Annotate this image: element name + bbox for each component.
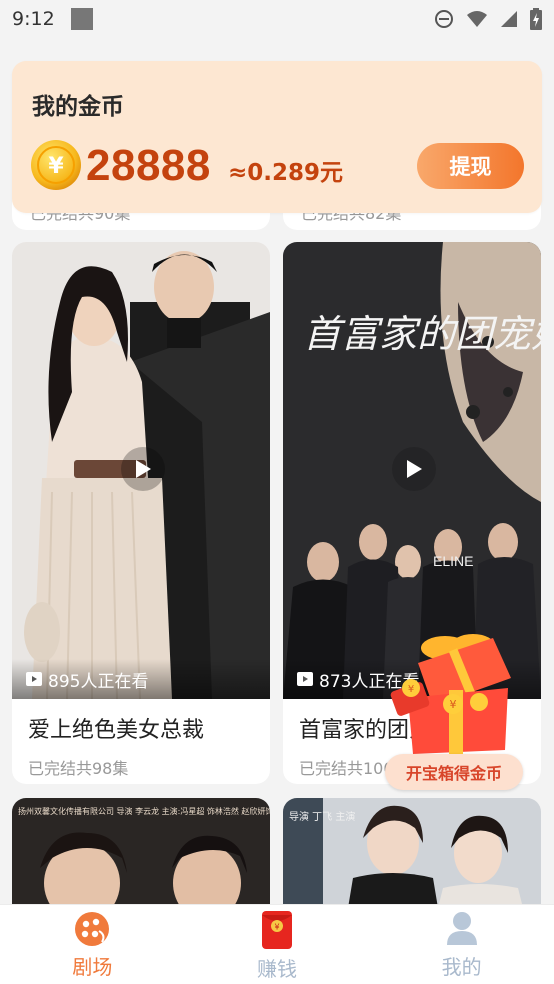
status-bar: 9:12 (0, 0, 554, 38)
poster-image: 扬州双馨文化传播有限公司 导演 李云龙 主演:冯星超 饰林浩然 赵欣妍饰 (12, 798, 270, 908)
gold-coin-icon: ¥ (31, 140, 81, 190)
svg-text:¥: ¥ (450, 698, 457, 711)
treasure-label[interactable]: 开宝箱得金币 (385, 754, 523, 790)
drama-title: 爱上绝色美女总裁 (28, 718, 205, 743)
poster-image: 导演 丁飞 主演 (283, 798, 541, 908)
play-icon (136, 460, 151, 478)
play-icon (407, 460, 422, 478)
status-time: 9:12 (12, 8, 55, 30)
status-icons (434, 8, 542, 30)
battery-icon (530, 8, 542, 30)
gift-box-icon: ¥ ¥ (390, 634, 511, 754)
poster-brand-text: ELINE (433, 553, 473, 569)
poster-title-text: 首富家的团宠妹妹 (303, 312, 541, 356)
coin-card: 我的金币 ¥ 28888 ≈0.289元 提现 (12, 61, 542, 213)
play-button[interactable] (121, 447, 165, 491)
video-icon (26, 672, 42, 686)
coin-card-title: 我的金币 (32, 94, 124, 120)
poster-credits-text: 扬州双馨文化传播有限公司 导演 李云龙 主演:冯星超 饰林浩然 赵欣妍饰 (18, 806, 270, 816)
viewers-overlay: 895人正在看 (12, 659, 270, 699)
profile-icon (446, 912, 477, 945)
nav-label: 我的 (441, 955, 482, 979)
treasure-box[interactable]: ¥ ¥ 开宝箱得金币 (383, 628, 523, 793)
signal-icon (501, 11, 517, 27)
notification-icon (70, 8, 93, 30)
nav-theater[interactable]: 剧场 (0, 905, 185, 984)
drama-subtitle: 已完结共98集 (28, 759, 129, 778)
drama-card-partial[interactable]: 导演 丁飞 主演 (283, 798, 541, 908)
nav-label: 剧场 (72, 955, 113, 979)
bottom-nav: 剧场 ¥ 赚钱 我的 (0, 904, 554, 984)
withdraw-button[interactable]: 提现 (417, 143, 524, 189)
drama-card-partial[interactable]: 扬州双馨文化传播有限公司 导演 李云龙 主演:冯星超 饰林浩然 赵欣妍饰 (12, 798, 270, 908)
play-button[interactable] (392, 447, 436, 491)
viewers-count: 895人正在看 (48, 671, 149, 692)
do-not-disturb-icon (435, 10, 453, 28)
coin-amount: 28888 (86, 141, 211, 190)
theater-icon (75, 912, 110, 946)
drama-poster[interactable]: 895人正在看 (12, 242, 270, 699)
coin-approx-value: ≈0.289元 (228, 160, 344, 186)
svg-text:¥: ¥ (48, 154, 64, 179)
nav-label: 赚钱 (257, 957, 297, 981)
poster-credits-text: 导演 丁飞 主演 (289, 810, 355, 823)
svg-text:¥: ¥ (274, 923, 279, 932)
nav-profile[interactable]: 我的 (369, 905, 554, 984)
red-envelope-icon: ¥ (262, 911, 292, 949)
nav-earn[interactable]: ¥ 赚钱 (185, 905, 370, 984)
svg-text:¥: ¥ (408, 684, 414, 695)
wifi-icon (467, 11, 487, 27)
video-icon (297, 672, 313, 686)
drama-card[interactable]: 895人正在看 爱上绝色美女总裁 已完结共98集 (12, 242, 270, 784)
